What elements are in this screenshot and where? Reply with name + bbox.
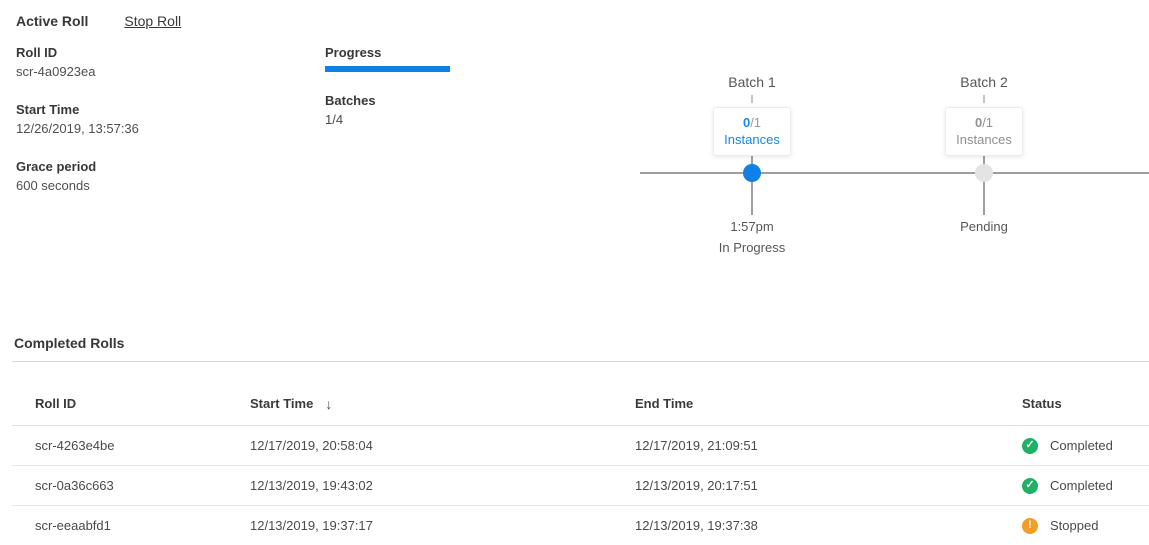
batch-timeline: Batch 1 0/1 Instances 1:57pm In Progress… bbox=[640, 60, 1149, 270]
batch-status-label: In Progress bbox=[719, 240, 785, 256]
field-roll-id: Roll ID scr-4a0923ea bbox=[16, 46, 139, 79]
batch-instance-count: 0/1 bbox=[718, 115, 786, 130]
cell-status: ✓ Completed bbox=[1022, 438, 1149, 454]
cell-start-time: 12/13/2019, 19:37:17 bbox=[250, 518, 635, 533]
batch-status-dot bbox=[975, 164, 993, 182]
batch-instances-card[interactable]: 0/1 Instances bbox=[713, 107, 791, 156]
cell-roll-id: scr-eeaabfd1 bbox=[35, 518, 250, 533]
status-text: Stopped bbox=[1050, 518, 1098, 533]
cell-status: ✓ Completed bbox=[1022, 478, 1149, 494]
timeline-batch-1: Batch 1 0/1 Instances 1:57pm In Progress bbox=[692, 60, 812, 256]
check-circle-icon: ✓ bbox=[1022, 438, 1038, 454]
batch-name: Batch 2 bbox=[960, 74, 1007, 91]
status-text: Completed bbox=[1050, 438, 1113, 453]
field-value: 600 seconds bbox=[16, 179, 139, 193]
batch-status-label: Pending bbox=[960, 219, 1008, 235]
exclamation-circle-icon: ! bbox=[1022, 518, 1038, 534]
completed-rolls-section: Completed Rolls Roll ID Start Time ↓ End… bbox=[0, 328, 1149, 545]
batch-instance-count: 0/1 bbox=[950, 115, 1018, 130]
field-label: Roll ID bbox=[16, 46, 139, 60]
column-header-roll-id: Roll ID bbox=[35, 396, 250, 425]
active-roll-details: Roll ID scr-4a0923ea Start Time 12/26/20… bbox=[16, 46, 139, 217]
completed-rolls-title: Completed Rolls bbox=[14, 328, 1149, 352]
cell-roll-id: scr-4263e4be bbox=[35, 438, 250, 453]
table-row[interactable]: scr-0a36c663 12/13/2019, 19:43:02 12/13/… bbox=[12, 466, 1149, 506]
field-value: 12/26/2019, 13:57:36 bbox=[16, 122, 139, 136]
field-label: Start Time bbox=[16, 103, 139, 117]
active-roll-title: Active Roll bbox=[16, 13, 88, 29]
table-header-row: Roll ID Start Time ↓ End Time Status bbox=[12, 362, 1149, 426]
cell-start-time: 12/17/2019, 20:58:04 bbox=[250, 438, 635, 453]
batches-value: 1/4 bbox=[325, 113, 450, 127]
active-roll-header: Active Roll Stop Roll bbox=[16, 13, 181, 29]
batch-instances-label: Instances bbox=[950, 131, 1018, 148]
batch-tick bbox=[751, 95, 753, 103]
cell-end-time: 12/13/2019, 19:37:38 bbox=[635, 518, 1022, 533]
column-header-status: Status bbox=[1022, 396, 1149, 425]
batch-name: Batch 1 bbox=[728, 74, 775, 91]
table-row[interactable]: scr-eeaabfd1 12/13/2019, 19:37:17 12/13/… bbox=[12, 506, 1149, 545]
cell-roll-id: scr-0a36c663 bbox=[35, 478, 250, 493]
check-circle-icon: ✓ bbox=[1022, 478, 1038, 494]
column-header-start-time[interactable]: Start Time ↓ bbox=[250, 396, 635, 425]
batch-instances-label: Instances bbox=[718, 131, 786, 148]
field-grace-period: Grace period 600 seconds bbox=[16, 160, 139, 193]
batch-time-label: 1:57pm bbox=[730, 219, 773, 235]
progress-bar-fill bbox=[325, 66, 450, 72]
batch-tick bbox=[983, 95, 985, 103]
timeline-batch-2: Batch 2 0/1 Instances Pending bbox=[924, 60, 1044, 240]
status-text: Completed bbox=[1050, 478, 1113, 493]
completed-rolls-table: Roll ID Start Time ↓ End Time Status scr… bbox=[12, 362, 1149, 545]
batches-label: Batches bbox=[325, 94, 450, 108]
sort-descending-icon: ↓ bbox=[325, 396, 332, 412]
batch-instances-card[interactable]: 0/1 Instances bbox=[945, 107, 1023, 156]
rolls-dashboard: Active Roll Stop Roll Roll ID scr-4a0923… bbox=[0, 0, 1149, 545]
cell-start-time: 12/13/2019, 19:43:02 bbox=[250, 478, 635, 493]
column-header-label: Start Time bbox=[250, 396, 313, 412]
field-value: scr-4a0923ea bbox=[16, 65, 139, 79]
progress-label: Progress bbox=[325, 46, 450, 60]
field-start-time: Start Time 12/26/2019, 13:57:36 bbox=[16, 103, 139, 136]
progress-bar bbox=[325, 66, 450, 72]
progress-column: Progress Batches 1/4 bbox=[325, 46, 450, 127]
table-row[interactable]: scr-4263e4be 12/17/2019, 20:58:04 12/17/… bbox=[12, 426, 1149, 466]
cell-end-time: 12/17/2019, 21:09:51 bbox=[635, 438, 1022, 453]
column-header-end-time: End Time bbox=[635, 396, 1022, 425]
stop-roll-link[interactable]: Stop Roll bbox=[124, 13, 181, 29]
batch-status-dot bbox=[743, 164, 761, 182]
cell-status: ! Stopped bbox=[1022, 518, 1149, 534]
field-label: Grace period bbox=[16, 160, 139, 174]
cell-end-time: 12/13/2019, 20:17:51 bbox=[635, 478, 1022, 493]
